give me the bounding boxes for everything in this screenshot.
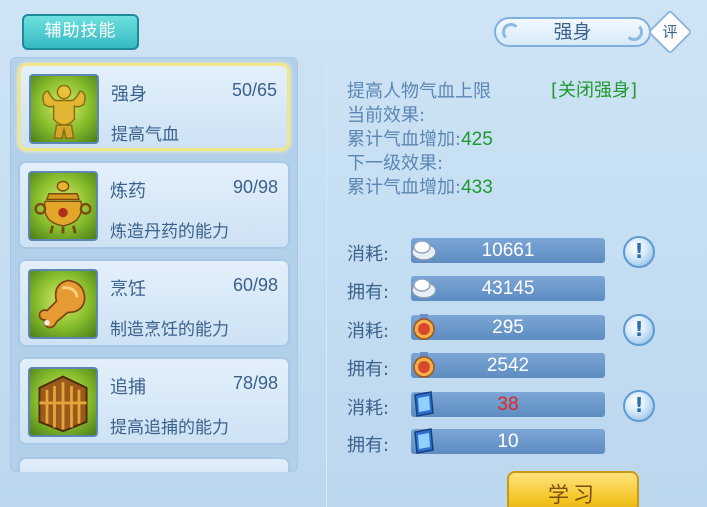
skill-book-icon bbox=[414, 391, 434, 417]
skill-book-icon bbox=[414, 428, 434, 454]
next-effect-label: 下一级效果: bbox=[347, 153, 444, 174]
drumstick-icon bbox=[28, 269, 98, 339]
cost-info-icon[interactable]: ! bbox=[623, 390, 655, 422]
skill-card-cooking[interactable]: 烹饪 60/98 制造烹饪的能力 bbox=[18, 259, 290, 347]
cost-info-icon[interactable]: ! bbox=[623, 236, 655, 268]
skill-level: 50/65 bbox=[231, 80, 277, 100]
skill-level: 90/98 bbox=[232, 177, 278, 197]
panel-divider bbox=[326, 60, 327, 507]
skill-list[interactable]: 强身 50/65 提高气血 炼药 90/98 炼造丹药的能力 烹饪 60/98 … bbox=[10, 57, 298, 472]
skill-card-pursuit[interactable]: 追捕 78/98 提高追捕的能力 bbox=[18, 357, 290, 445]
auxiliary-skills-tab[interactable]: 辅助技能 bbox=[22, 14, 139, 50]
skill-level: 78/98 bbox=[232, 373, 278, 393]
skill-description: 提高气血 bbox=[111, 125, 179, 145]
silver-cost-value: 10661 bbox=[411, 238, 605, 263]
scroll-ornament-icon bbox=[625, 23, 643, 41]
next-stat-value: 433 bbox=[461, 177, 493, 198]
cost-label: 消耗: bbox=[347, 244, 390, 265]
current-effect-label: 当前效果: bbox=[347, 105, 426, 126]
skill-name: 炼药 bbox=[110, 181, 146, 202]
contribution-cost-value: 295 bbox=[411, 315, 605, 340]
skill-title-plate: 强身 bbox=[494, 17, 651, 47]
skill-summary: 提高人物气血上限 bbox=[347, 81, 491, 102]
alchemy-cauldron-icon bbox=[28, 171, 98, 241]
rate-button[interactable]: 评 bbox=[647, 9, 693, 55]
skill-name: 烹饪 bbox=[110, 279, 146, 300]
book-owned-row: 拥有: 10 bbox=[347, 428, 647, 456]
skill-name: 追捕 bbox=[110, 377, 146, 398]
skill-title: 强身 bbox=[553, 21, 592, 43]
current-stat-value: 425 bbox=[461, 129, 493, 150]
skill-description: 炼造丹药的能力 bbox=[110, 222, 229, 242]
owned-label: 拥有: bbox=[347, 435, 390, 456]
current-stat-label: 累计气血增加: bbox=[347, 129, 462, 150]
contribution-owned-row: 拥有: 2542 bbox=[347, 352, 647, 380]
cost-label: 消耗: bbox=[347, 398, 390, 419]
silver-owned-row: 拥有: 43145 bbox=[347, 276, 647, 303]
muscle-man-icon bbox=[29, 74, 99, 144]
rate-label: 评 bbox=[662, 23, 678, 41]
skill-description: 制造烹饪的能力 bbox=[110, 320, 229, 340]
skill-card-partial[interactable] bbox=[18, 457, 290, 472]
skill-name: 强身 bbox=[111, 84, 147, 105]
learn-button[interactable]: 学习 bbox=[507, 471, 639, 507]
skill-card-alchemy[interactable]: 炼药 90/98 炼造丹药的能力 bbox=[18, 161, 290, 249]
silver-owned-value: 43145 bbox=[411, 276, 605, 301]
silver-coin-icon bbox=[411, 240, 437, 261]
contribution-badge-icon bbox=[413, 352, 435, 378]
skill-description: 提高追捕的能力 bbox=[110, 418, 229, 438]
silver-coin-icon bbox=[411, 278, 437, 299]
cost-info-icon[interactable]: ! bbox=[623, 314, 655, 346]
silver-cost-row: 消耗: 10661 bbox=[347, 238, 647, 265]
next-stat-label: 累计气血增加: bbox=[347, 177, 462, 198]
cost-label: 消耗: bbox=[347, 321, 390, 342]
contribution-owned-value: 2542 bbox=[411, 353, 605, 378]
cage-icon bbox=[28, 367, 98, 437]
skill-level: 60/98 bbox=[232, 275, 278, 295]
book-cost-row: 消耗: 38 bbox=[347, 391, 647, 419]
close-skill-link[interactable]: [关闭强身] bbox=[551, 76, 637, 102]
next-effect-line: 累计气血增加:433 bbox=[347, 173, 493, 199]
contribution-cost-row: 消耗: 295 bbox=[347, 314, 647, 342]
skill-card-strength[interactable]: 强身 50/65 提高气血 bbox=[18, 63, 290, 151]
scroll-ornament-icon bbox=[502, 23, 520, 41]
contribution-badge-icon bbox=[413, 314, 435, 340]
current-effect-line: 累计气血增加:425 bbox=[347, 125, 493, 151]
owned-label: 拥有: bbox=[347, 282, 390, 303]
book-cost-value: 38 bbox=[411, 392, 605, 417]
book-owned-value: 10 bbox=[411, 429, 605, 454]
owned-label: 拥有: bbox=[347, 359, 390, 380]
